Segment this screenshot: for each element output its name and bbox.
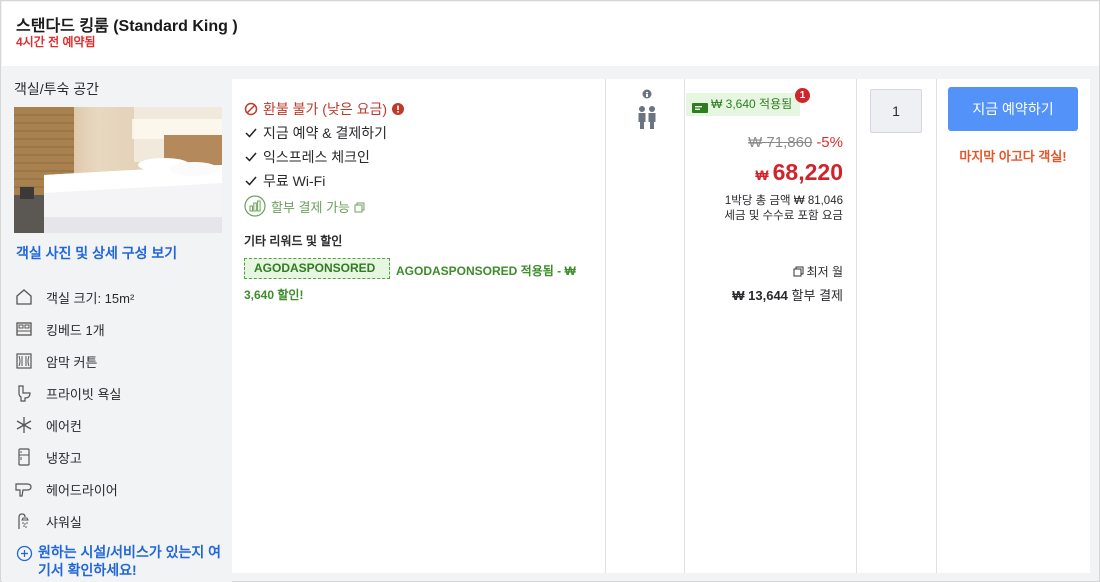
original-price-amount: ₩ 71,860 (748, 134, 813, 151)
benefit-item: 지금 예약 & 결제하기 (244, 121, 604, 145)
book-now-button[interactable]: 지금 예약하기 (948, 87, 1078, 131)
view-room-photos-link[interactable]: 객실 사진 및 상세 구성 보기 (16, 243, 177, 263)
external-link-icon (354, 201, 365, 212)
benefit-label: 익스프레스 체크인 (263, 149, 370, 165)
amenity-item: 샤워실 (14, 509, 82, 533)
check-icon (244, 174, 258, 188)
info-alert-icon[interactable] (392, 102, 406, 116)
curtain-icon (14, 351, 34, 371)
amenity-item: 암막 커튼 (14, 349, 97, 373)
snowflake-icon (14, 415, 34, 435)
refund-policy[interactable]: 환불 불가 (낮은 요금) (244, 97, 604, 121)
monthly-installment: ₩ 13,644 할부 결제 (732, 285, 843, 304)
last-room-notice: 마지막 아고다 객실! (959, 149, 1067, 164)
amenity-item: 냉장고 (14, 445, 82, 469)
benefits-list: 환불 불가 (낮은 요금) 지금 예약 & 결제하기 익스프레스 체크인 무료 … (244, 97, 604, 219)
coupon-count-badge: 1 (795, 88, 810, 103)
toilet-icon (14, 383, 34, 403)
monthly-suffix: 할부 결제 (791, 288, 843, 303)
currency-symbol: ₩ (755, 167, 769, 183)
shower-icon (14, 511, 34, 531)
benefit-label: 지금 예약 & 결제하기 (263, 125, 388, 141)
more-facilities-link[interactable]: 원하는 시설/서비스가 있는지 여기서 확인하세요! (16, 543, 228, 579)
discount-percent: -5% (816, 134, 843, 151)
check-icon (244, 126, 258, 140)
external-link-icon (793, 266, 804, 277)
amenity-label: 객실 크기: 15m² (46, 290, 135, 306)
amenity-label: 에어컨 (46, 418, 82, 434)
benefit-item: 무료 Wi-Fi (244, 169, 604, 193)
per-night-total: 1박당 총 금액 ₩ 81,046 (724, 195, 843, 207)
amenity-label: 냉장고 (46, 450, 82, 466)
amenity-item: 헤어드라이어 (14, 477, 118, 501)
amenity-item: 객실 크기: 15m² (14, 285, 134, 309)
min-monthly-text: 최저 월 (806, 265, 843, 279)
offer-card: 환불 불가 (낮은 요금) 지금 예약 & 결제하기 익스프레스 체크인 무료 … (232, 79, 1090, 573)
min-monthly-label[interactable]: 최저 월 (793, 263, 843, 280)
installment-icon (244, 195, 266, 217)
rewards-title: 기타 리워드 및 할인 (244, 234, 343, 248)
tax-note: 세금 및 수수료 포함 요금 (724, 210, 843, 222)
check-icon (244, 150, 258, 164)
amenity-label: 킹베드 1개 (46, 322, 105, 338)
room-photo[interactable] (14, 107, 222, 233)
monthly-amount: ₩ 13,644 (732, 288, 788, 303)
bed-icon (14, 319, 34, 339)
room-section-label: 객실/투숙 공간 (14, 81, 100, 97)
room-offer-panel: 스탠다드 킹룸 (Standard King ) 4시간 전 예약됨 객실/투숙… (0, 0, 1100, 582)
amenity-label: 헤어드라이어 (46, 482, 118, 498)
column-divider (936, 79, 937, 573)
fridge-icon (14, 447, 34, 467)
column-divider (856, 79, 857, 573)
coupon-icon (692, 99, 708, 113)
coupon-applied-tag[interactable]: ₩ 3,640 적용됨 (686, 93, 801, 116)
amenity-item: 킹베드 1개 (14, 317, 105, 341)
house-icon (14, 287, 34, 307)
refund-label: 환불 불가 (낮은 요금) (263, 101, 388, 117)
amenity-label: 프라이빗 욕실 (46, 386, 122, 402)
occupancy-icon[interactable] (637, 89, 657, 131)
benefit-item: 익스프레스 체크인 (244, 145, 604, 169)
final-price: ₩68,220 (755, 159, 843, 186)
plus-circle-icon (16, 545, 33, 562)
amenity-item: 에어컨 (14, 413, 82, 437)
room-info-column: 객실/투숙 공간 객실 사진 및 상세 구성 보기 객실 크기: 15m² 킹베… (2, 67, 232, 582)
amenity-label: 암막 커튼 (46, 354, 98, 370)
installment-label: 할부 결제 가능 (271, 199, 350, 215)
room-header: 스탠다드 킹룸 (Standard King ) 4시간 전 예약됨 (2, 2, 1099, 66)
installment-option[interactable]: 할부 결제 가능 (244, 193, 604, 219)
price-column: ₩ 3,640 적용됨 1 ₩ 71,860 -5% ₩68,220 1박당 총 … (685, 79, 855, 573)
amenity-item: 프라이빗 욕실 (14, 381, 121, 405)
final-price-amount: 68,220 (772, 159, 843, 185)
promo-code-tag: AGODASPONSORED (244, 258, 391, 279)
benefit-label: 무료 Wi-Fi (263, 173, 326, 189)
more-facilities-text: 원하는 시설/서비스가 있는지 여기서 확인하세요! (38, 544, 221, 578)
hairdryer-icon (14, 479, 34, 499)
coupon-text: ₩ 3,640 적용됨 (711, 97, 793, 111)
amenity-label: 샤워실 (46, 514, 82, 530)
recent-booking-notice: 4시간 전 예약됨 (16, 35, 96, 49)
no-refund-icon (244, 102, 258, 116)
occupancy-column (607, 79, 687, 573)
original-price: ₩ 71,860 -5% (748, 134, 843, 151)
room-quantity-select[interactable]: 1 (870, 89, 922, 133)
column-divider (605, 79, 606, 573)
